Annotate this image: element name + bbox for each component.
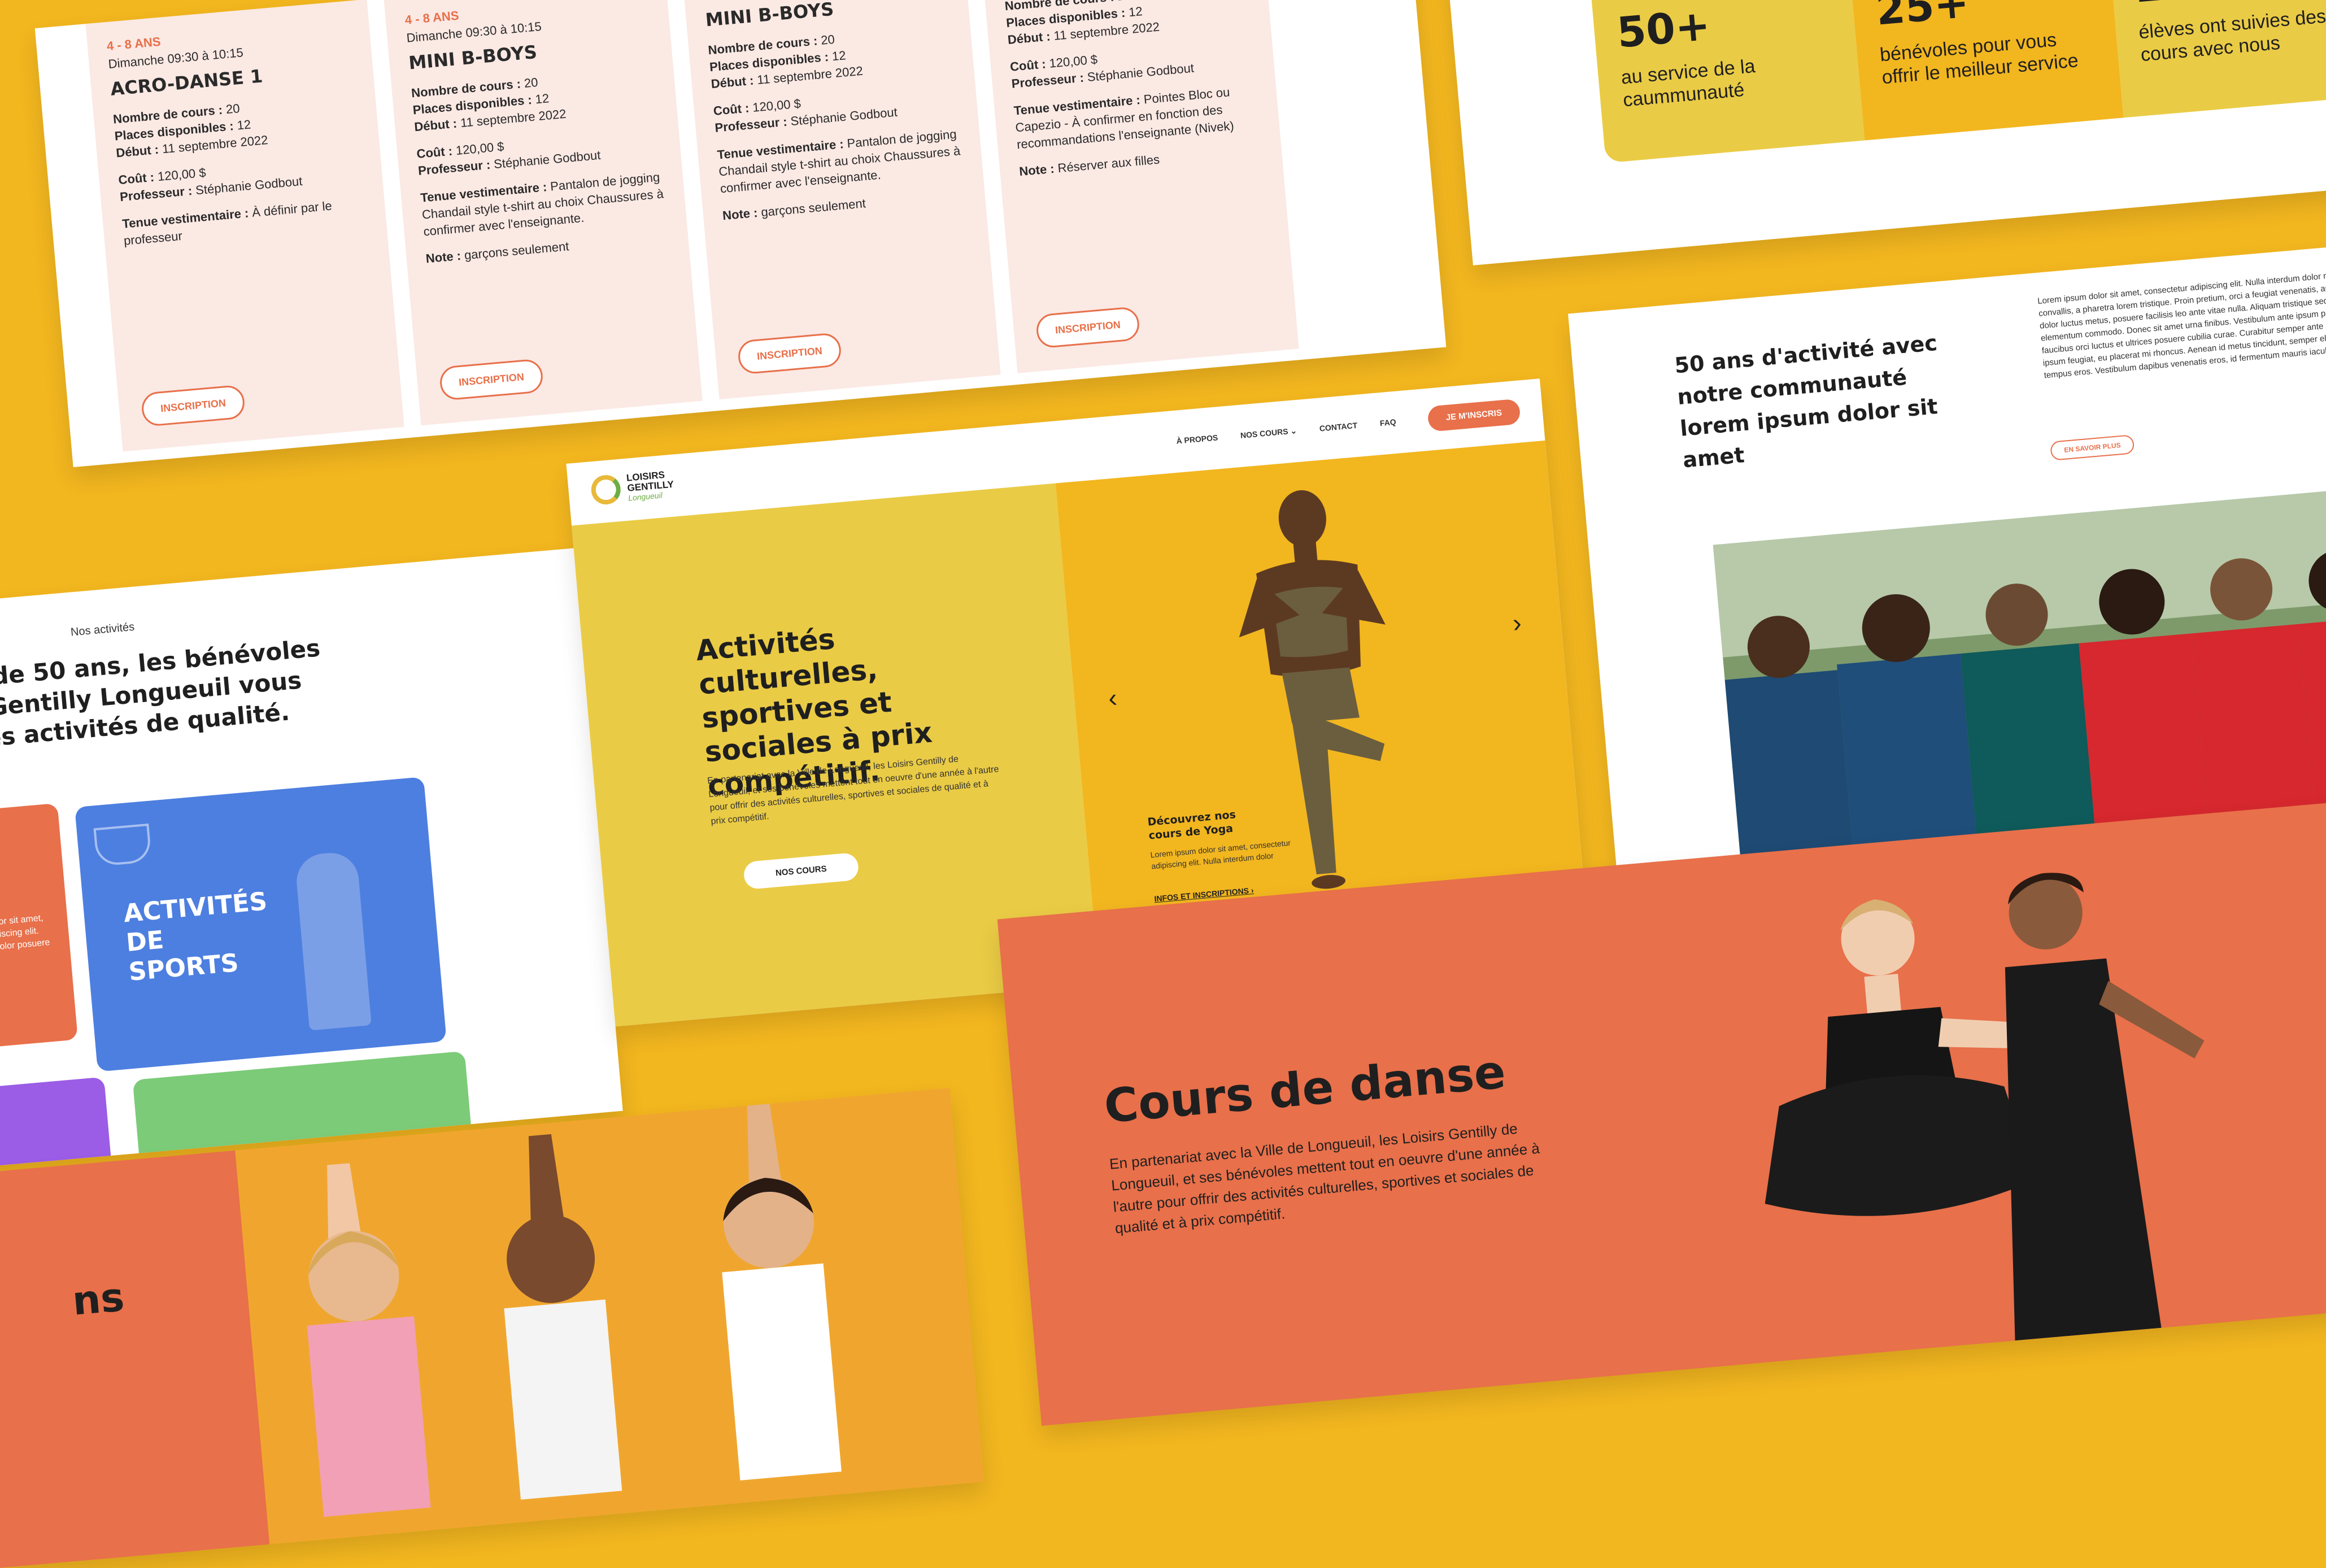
about-panel: 50 ans d'activité avec notre communauté …	[1568, 245, 2326, 911]
course-dress: Tenue vestimentaire : Pantalon de joggin…	[717, 125, 964, 197]
activities-eyebrow: Nos activités	[70, 620, 136, 639]
chevron-right-icon: ›	[1251, 885, 1255, 895]
nav-link-nos-cours[interactable]: NOS COURS ⌄	[1240, 426, 1297, 441]
nav-link-a-propos[interactable]: À PROPOS	[1176, 433, 1218, 446]
course-card: B-GIRLSNombre de cours : 20Places dispon…	[980, 0, 1299, 373]
dance-body: En partenariat avec la Ville de Longueui…	[1108, 1120, 1540, 1237]
field-value: 20	[523, 75, 539, 90]
field-value: Réserver aux filles	[1057, 152, 1160, 176]
field-value: Stéphanie Godbout	[790, 104, 898, 129]
field-value: Stéphanie Godbout	[493, 147, 602, 172]
course-card: 4 - 8 ANS Dimanche 09:30 à 10:15 MINI B-BO…	[384, 0, 703, 426]
ballet-dancers-image	[1765, 873, 2205, 1341]
course-cards-panel: 4 - 8 ANS Dimanche 09:30 à 10:15 ACRO-DANS…	[34, 0, 1447, 468]
nav-link-faq[interactable]: FAQ	[1379, 417, 1396, 428]
register-button[interactable]: INSCRIPTION	[1035, 306, 1141, 349]
kids-yoga-image	[307, 1103, 842, 1517]
activity-card-text: Lorem ipsum dolor sit amet, consectetur …	[0, 913, 51, 957]
course-card: 4 - 8 ANS Dimanche 09:30 à 10:15 ACRO-DANS…	[85, 0, 404, 452]
field-value: 12	[831, 48, 847, 64]
stat-block: 50+ au service de la caummunauté	[1589, 0, 1865, 163]
nav-link-contact[interactable]: CONTACT	[1319, 421, 1358, 434]
field-value: Stéphanie Godbout	[1086, 60, 1195, 85]
kids-partial-title: ns	[70, 1274, 127, 1325]
field-label: Tenue vestimentaire :	[121, 206, 250, 231]
community-group-image	[1713, 487, 2326, 860]
field-label: Professeur :	[119, 183, 193, 204]
course-dress: Tenue vestimentaire : Pantalon de joggin…	[420, 168, 667, 240]
activities-heading: Depuis plus de 50 ans, les bénévoles de …	[0, 634, 321, 762]
field-value: 120,00 $	[752, 96, 802, 115]
course-dress: Tenue vestimentaire : Pointes Bloc ou Ca…	[1013, 81, 1261, 153]
field-label: Note :	[1018, 161, 1055, 179]
yoga-woman-image	[1239, 490, 1386, 889]
about-title: 50 ans d'activité avec notre communauté …	[1673, 330, 1939, 473]
course-cards-row: 4 - 8 ANS Dimanche 09:30 à 10:15 ACRO-DANS…	[35, 0, 1408, 452]
course-count: Nombre de cours : 20Places disponibles :…	[112, 90, 360, 162]
field-value: 20	[1117, 0, 1132, 3]
field-label: Coût :	[117, 169, 155, 188]
learn-more-button[interactable]: EN SAVOIR PLUS	[2050, 434, 2135, 461]
stat-number: 50+	[1615, 1, 1713, 58]
chevron-down-icon: ⌄	[1290, 426, 1297, 436]
basketball-hoop-icon	[93, 823, 153, 867]
field-value: 12	[1128, 4, 1143, 20]
field-label: Note :	[722, 205, 759, 223]
field-label: Professeur :	[417, 157, 491, 178]
sports-card-label: ACTIVITÉS DE SPORTS	[122, 887, 269, 987]
field-label: Note :	[425, 248, 462, 266]
field-value: 20	[225, 101, 241, 117]
field-label: Coût :	[416, 143, 454, 162]
kids-panel: ns	[0, 1088, 985, 1568]
logo-mark-icon	[590, 473, 622, 506]
field-value: 120,00 $	[1048, 52, 1098, 71]
field-value: Stéphanie Godbout	[195, 173, 303, 198]
register-button[interactable]: INSCRIPTION	[737, 332, 843, 375]
field-value: garçons seulement	[463, 239, 570, 263]
stat-label: bénévoles pour vous offrir le meilleur s…	[1879, 29, 2079, 89]
field-label: Coût :	[712, 101, 750, 118]
field-label: Début :	[413, 116, 458, 134]
stats-panel: 50+ au service de la caummunauté 25+ bén…	[1441, 0, 2326, 265]
field-label: Coût :	[1009, 56, 1047, 74]
kids-left-strip	[0, 1150, 270, 1568]
site-logo[interactable]: LOISIRS GENTILLY Longueuil	[590, 469, 675, 506]
course-dress: Tenue vestimentaire : À définir par le p…	[121, 194, 368, 249]
carousel-prev-button[interactable]: ‹	[1107, 682, 1118, 713]
register-button[interactable]: INSCRIPTION	[140, 384, 246, 428]
field-label: Professeur :	[714, 114, 788, 135]
field-label: Début :	[710, 73, 755, 92]
our-courses-button[interactable]: NOS COURS	[743, 852, 860, 890]
field-value: 12	[236, 117, 252, 133]
stat-label: au service de la caummunauté	[1620, 55, 1756, 111]
course-count: Nombre de cours : 20Places disponibles :…	[411, 64, 658, 136]
about-body: Lorem ipsum dolor sit amet, consectetur …	[2037, 269, 2326, 381]
activity-card-orange[interactable]: Lorem ipsum dolor sit amet, consectetur …	[0, 803, 78, 1052]
stat-block: 25+ bénévoles pour vous offrir le meille…	[1848, 0, 2124, 141]
nav-links: À PROPOS NOS COURS ⌄ CONTACT FAQ	[1176, 417, 1397, 446]
field-label: Début :	[1007, 29, 1051, 47]
field-value: 120,00 $	[156, 165, 207, 184]
register-button[interactable]: INSCRIPTION	[438, 358, 545, 401]
field-value: 20	[820, 32, 835, 47]
field-value: 12	[534, 91, 550, 107]
carousel-next-button[interactable]: ›	[1512, 607, 1523, 638]
nav-link-label: NOS COURS	[1240, 426, 1289, 440]
mockup-collage: 4 - 8 ANS Dimanche 09:30 à 10:15 ACRO-DANS…	[0, 0, 2326, 1568]
field-label: Début :	[115, 142, 160, 160]
field-value: garçons seulement	[760, 196, 866, 220]
course-card: Dimanche 09:30 à 10:15MINI B-BOYSNombre …	[682, 0, 1001, 399]
field-value: 120,00 $	[455, 139, 505, 158]
player-silhouette	[294, 851, 372, 1031]
field-label: Professeur :	[1010, 70, 1084, 91]
activities-panel: Nos activités Depuis plus de 50 ans, les…	[0, 548, 623, 1168]
stat-block: 2500+ élèves ont suivies des cours avec …	[2107, 0, 2326, 118]
activity-card-sports[interactable]: ACTIVITÉS DE SPORTS	[75, 777, 447, 1072]
register-button[interactable]: JE M'INSCRIS	[1427, 398, 1521, 432]
dance-title: Cours de danse	[1102, 1045, 1508, 1134]
stat-label: élèves ont suivies des cours avec nous	[2137, 5, 2326, 66]
course-count: Nombre de cours : 20Places disponibles :…	[707, 21, 955, 93]
activity-card-purple[interactable]	[0, 1077, 114, 1168]
